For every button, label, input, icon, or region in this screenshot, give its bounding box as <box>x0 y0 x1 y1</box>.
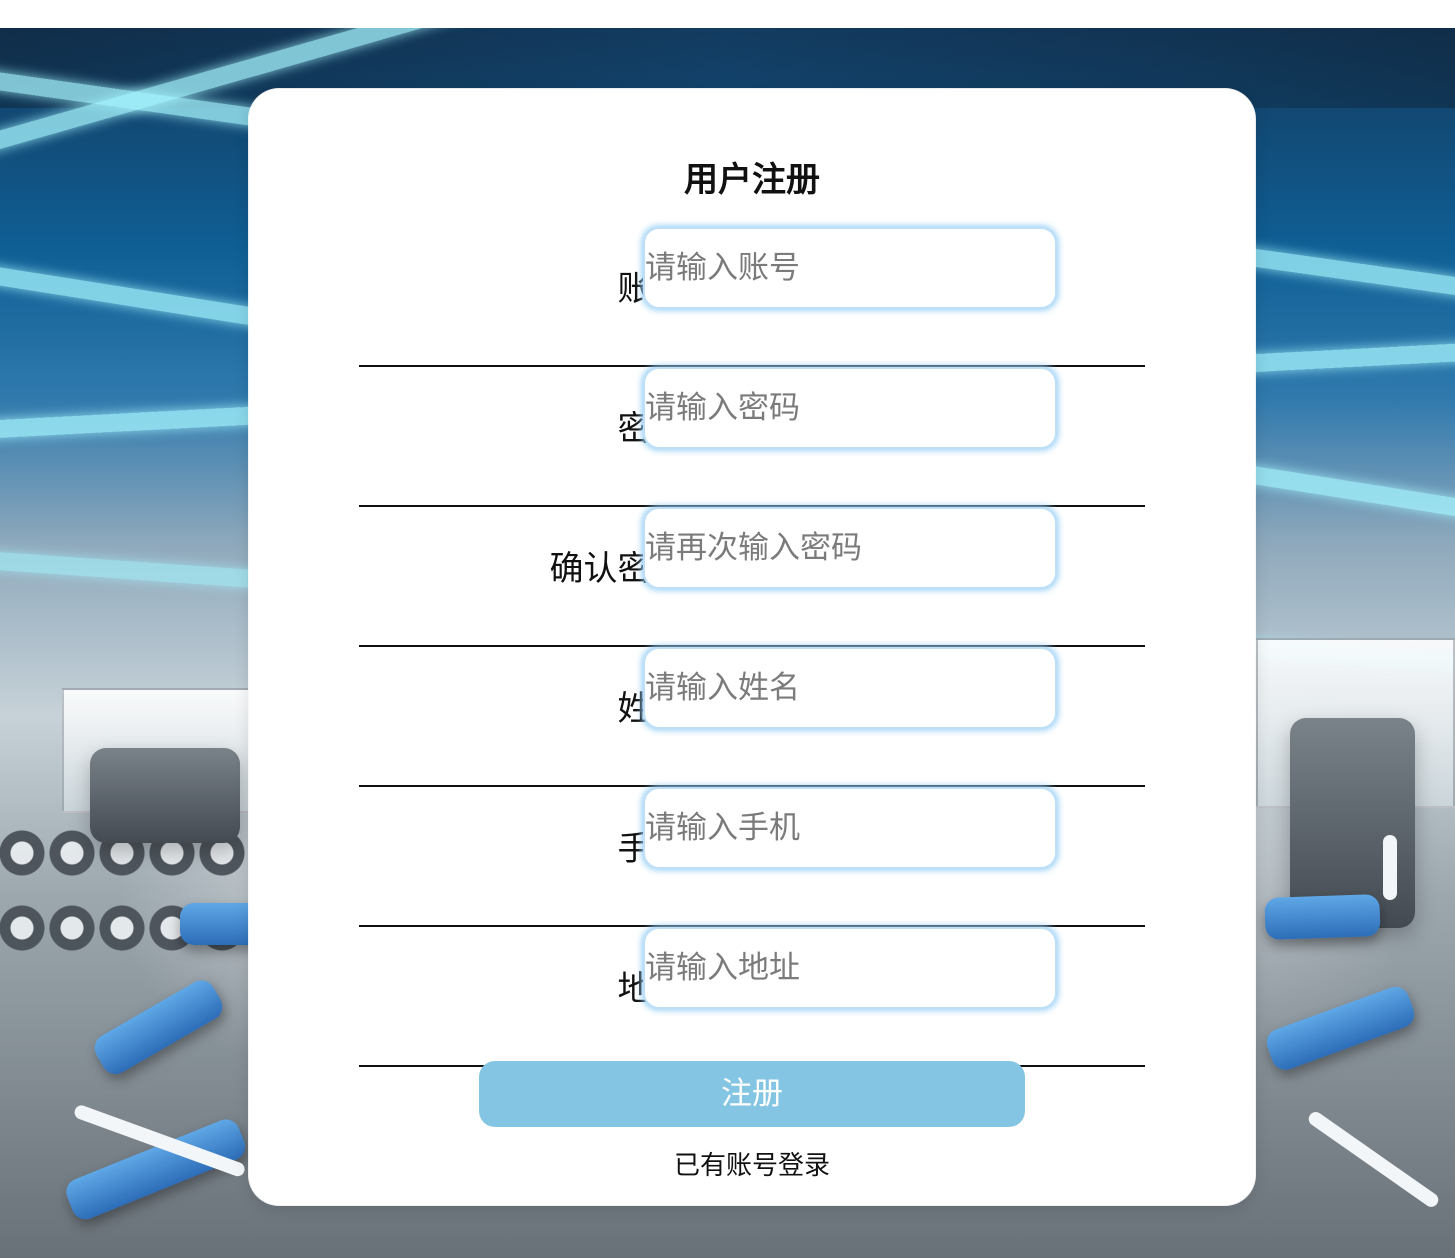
existing-account-login-link[interactable]: 已有账号登录 <box>249 1149 1255 1183</box>
password-input[interactable] <box>643 367 1057 449</box>
registration-card: 用户注册 账号: 密码: 确认密码: 姓名: 手机: 地址: 注册 已有账号登录 <box>249 89 1255 1205</box>
password-field-row: 密码: <box>359 367 1145 507</box>
blue-bench-pad <box>1262 982 1419 1074</box>
name-field-row: 姓名: <box>359 647 1145 787</box>
bench-frame <box>1383 835 1397 900</box>
registration-page: 用户注册 账号: 密码: 确认密码: 姓名: 手机: 地址: 注册 已有账号登录 <box>0 0 1455 1258</box>
register-button[interactable]: 注册 <box>479 1061 1025 1127</box>
address-field-row: 地址: <box>359 927 1145 1067</box>
phone-field-row: 手机: <box>359 787 1145 927</box>
bench-frame <box>1305 1109 1441 1210</box>
account-input[interactable] <box>643 227 1057 309</box>
name-input[interactable] <box>643 647 1057 729</box>
address-input[interactable] <box>643 927 1057 1009</box>
blue-bench-pad <box>1264 893 1381 940</box>
confirm-password-input[interactable] <box>643 507 1057 589</box>
gym-machine <box>90 748 240 843</box>
account-field-row: 账号: <box>359 227 1145 367</box>
phone-input[interactable] <box>643 787 1057 869</box>
page-title: 用户注册 <box>684 159 820 200</box>
confirm-password-field-row: 确认密码: <box>359 507 1145 647</box>
blue-bench-pad <box>89 975 228 1080</box>
